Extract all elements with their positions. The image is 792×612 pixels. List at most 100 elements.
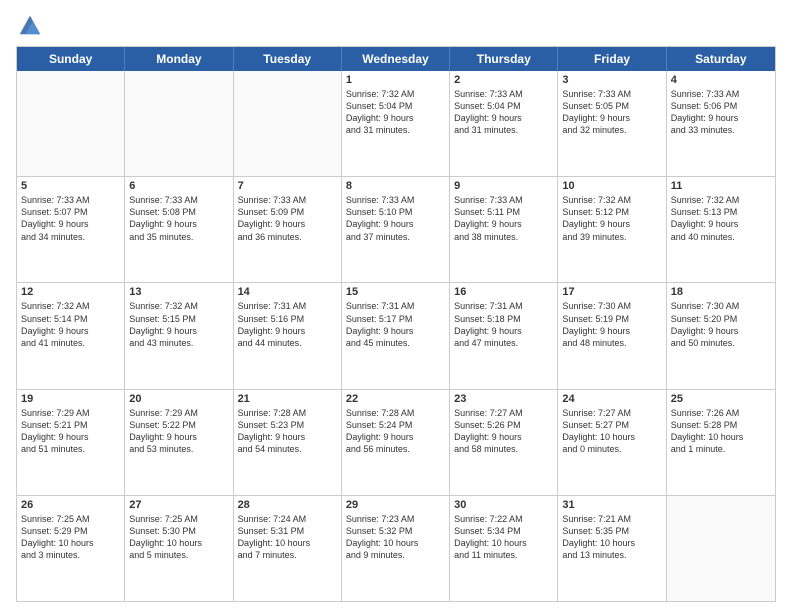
day-number: 19 (21, 393, 120, 405)
cell-info: Sunrise: 7:30 AM Sunset: 5:19 PM Dayligh… (562, 300, 661, 349)
header-day-friday: Friday (558, 47, 666, 71)
day-number: 3 (562, 74, 661, 86)
calendar-week-5: 26 Sunrise: 7:25 AM Sunset: 5:29 PM Dayli… (17, 495, 775, 601)
day-number: 27 (129, 499, 228, 511)
cell-info: Sunrise: 7:33 AM Sunset: 5:11 PM Dayligh… (454, 194, 553, 243)
day-cell-27: 27Sunrise: 7:25 AM Sunset: 5:30 PM Dayli… (125, 496, 233, 601)
calendar-week-1: 1Sunrise: 7:32 AM Sunset: 5:04 PM Daylig… (17, 71, 775, 176)
cell-info: Sunrise: 7:32 AM Sunset: 5:13 PM Dayligh… (671, 194, 771, 243)
cell-info: Sunrise: 7:31 AM Sunset: 5:17 PM Dayligh… (346, 300, 445, 349)
calendar-week-2: 5 Sunrise: 7:33 AM Sunset: 5:07 PM Daylig… (17, 176, 775, 282)
cell-info: Sunrise: 7:31 AM Sunset: 5:18 PM Dayligh… (454, 300, 553, 349)
day-number: 22 (346, 393, 445, 405)
cell-info: Sunrise: 7:32 AM Sunset: 5:14 PM Dayligh… (21, 300, 120, 349)
day-cell-16: 16 Sunrise: 7:31 AM Sunset: 5:18 PM Dayli… (450, 283, 558, 388)
day-cell-17: 17 Sunrise: 7:30 AM Sunset: 5:19 PM Dayli… (558, 283, 666, 388)
cell-info: Sunrise: 7:32 AM Sunset: 5:12 PM Dayligh… (562, 194, 661, 243)
day-number: 10 (562, 180, 661, 192)
day-number: 28 (238, 499, 337, 511)
empty-cell (17, 71, 125, 176)
day-cell-3: 3 Sunrise: 7:33 AM Sunset: 5:05 PM Daylig… (558, 71, 666, 176)
cell-info: Sunrise: 7:28 AM Sunset: 5:24 PM Dayligh… (346, 407, 445, 456)
day-cell-23: 23Sunrise: 7:27 AM Sunset: 5:26 PM Dayli… (450, 390, 558, 495)
cell-info: Sunrise: 7:24 AM Sunset: 5:31 PM Dayligh… (238, 513, 337, 562)
day-cell-29: 29 Sunrise: 7:23 AM Sunset: 5:32 PM Dayli… (342, 496, 450, 601)
day-cell-21: 21 Sunrise: 7:28 AM Sunset: 5:23 PM Dayli… (234, 390, 342, 495)
day-number: 24 (562, 393, 661, 405)
cell-info: Sunrise: 7:29 AM Sunset: 5:21 PM Dayligh… (21, 407, 120, 456)
day-cell-30: 30Sunrise: 7:22 AM Sunset: 5:34 PM Dayli… (450, 496, 558, 601)
day-number: 31 (562, 499, 661, 511)
cell-info: Sunrise: 7:33 AM Sunset: 5:10 PM Dayligh… (346, 194, 445, 243)
day-cell-1: 1Sunrise: 7:32 AM Sunset: 5:04 PM Daylig… (342, 71, 450, 176)
page: SundayMondayTuesdayWednesdayThursdayFrid… (0, 0, 792, 612)
day-number: 26 (21, 499, 120, 511)
day-number: 14 (238, 286, 337, 298)
day-cell-6: 6 Sunrise: 7:33 AM Sunset: 5:08 PM Daylig… (125, 177, 233, 282)
header-day-saturday: Saturday (667, 47, 775, 71)
cell-info: Sunrise: 7:33 AM Sunset: 5:09 PM Dayligh… (238, 194, 337, 243)
day-number: 5 (21, 180, 120, 192)
logo-icon (16, 10, 44, 38)
day-number: 6 (129, 180, 228, 192)
day-number: 18 (671, 286, 771, 298)
day-cell-12: 12 Sunrise: 7:32 AM Sunset: 5:14 PM Dayli… (17, 283, 125, 388)
day-number: 9 (454, 180, 553, 192)
cell-info: Sunrise: 7:26 AM Sunset: 5:28 PM Dayligh… (671, 407, 771, 456)
cell-info: Sunrise: 7:31 AM Sunset: 5:16 PM Dayligh… (238, 300, 337, 349)
header-day-tuesday: Tuesday (234, 47, 342, 71)
cell-info: Sunrise: 7:30 AM Sunset: 5:20 PM Dayligh… (671, 300, 771, 349)
day-cell-19: 19 Sunrise: 7:29 AM Sunset: 5:21 PM Dayli… (17, 390, 125, 495)
header-day-thursday: Thursday (450, 47, 558, 71)
day-cell-20: 20 Sunrise: 7:29 AM Sunset: 5:22 PM Dayli… (125, 390, 233, 495)
cell-info: Sunrise: 7:33 AM Sunset: 5:07 PM Dayligh… (21, 194, 120, 243)
day-cell-31: 31 Sunrise: 7:21 AM Sunset: 5:35 PM Dayli… (558, 496, 666, 601)
day-cell-26: 26 Sunrise: 7:25 AM Sunset: 5:29 PM Dayli… (17, 496, 125, 601)
day-number: 4 (671, 74, 771, 86)
day-number: 11 (671, 180, 771, 192)
day-cell-18: 18 Sunrise: 7:30 AM Sunset: 5:20 PM Dayli… (667, 283, 775, 388)
day-cell-22: 22 Sunrise: 7:28 AM Sunset: 5:24 PM Dayli… (342, 390, 450, 495)
day-number: 29 (346, 499, 445, 511)
day-number: 23 (454, 393, 553, 405)
day-cell-8: 8Sunrise: 7:33 AM Sunset: 5:10 PM Daylig… (342, 177, 450, 282)
day-number: 25 (671, 393, 771, 405)
day-number: 1 (346, 74, 445, 86)
cell-info: Sunrise: 7:21 AM Sunset: 5:35 PM Dayligh… (562, 513, 661, 562)
cell-info: Sunrise: 7:33 AM Sunset: 5:08 PM Dayligh… (129, 194, 228, 243)
day-cell-11: 11 Sunrise: 7:32 AM Sunset: 5:13 PM Dayli… (667, 177, 775, 282)
day-number: 16 (454, 286, 553, 298)
day-number: 13 (129, 286, 228, 298)
calendar-body: 1Sunrise: 7:32 AM Sunset: 5:04 PM Daylig… (17, 71, 775, 601)
cell-info: Sunrise: 7:29 AM Sunset: 5:22 PM Dayligh… (129, 407, 228, 456)
day-cell-28: 28 Sunrise: 7:24 AM Sunset: 5:31 PM Dayli… (234, 496, 342, 601)
cell-info: Sunrise: 7:25 AM Sunset: 5:29 PM Dayligh… (21, 513, 120, 562)
day-number: 12 (21, 286, 120, 298)
day-cell-9: 9 Sunrise: 7:33 AM Sunset: 5:11 PM Daylig… (450, 177, 558, 282)
day-number: 21 (238, 393, 337, 405)
cell-info: Sunrise: 7:28 AM Sunset: 5:23 PM Dayligh… (238, 407, 337, 456)
day-number: 17 (562, 286, 661, 298)
day-cell-2: 2Sunrise: 7:33 AM Sunset: 5:04 PM Daylig… (450, 71, 558, 176)
day-number: 15 (346, 286, 445, 298)
calendar-week-4: 19 Sunrise: 7:29 AM Sunset: 5:21 PM Dayli… (17, 389, 775, 495)
day-cell-25: 25 Sunrise: 7:26 AM Sunset: 5:28 PM Dayli… (667, 390, 775, 495)
calendar-header-row: SundayMondayTuesdayWednesdayThursdayFrid… (17, 47, 775, 71)
day-cell-15: 15 Sunrise: 7:31 AM Sunset: 5:17 PM Dayli… (342, 283, 450, 388)
day-number: 7 (238, 180, 337, 192)
cell-info: Sunrise: 7:33 AM Sunset: 5:05 PM Dayligh… (562, 88, 661, 137)
day-number: 20 (129, 393, 228, 405)
day-number: 2 (454, 74, 553, 86)
day-cell-14: 14 Sunrise: 7:31 AM Sunset: 5:16 PM Dayli… (234, 283, 342, 388)
cell-info: Sunrise: 7:23 AM Sunset: 5:32 PM Dayligh… (346, 513, 445, 562)
header-day-monday: Monday (125, 47, 233, 71)
day-cell-10: 10 Sunrise: 7:32 AM Sunset: 5:12 PM Dayli… (558, 177, 666, 282)
header-day-wednesday: Wednesday (342, 47, 450, 71)
cell-info: Sunrise: 7:33 AM Sunset: 5:06 PM Dayligh… (671, 88, 771, 137)
day-number: 30 (454, 499, 553, 511)
empty-cell (667, 496, 775, 601)
day-cell-24: 24Sunrise: 7:27 AM Sunset: 5:27 PM Dayli… (558, 390, 666, 495)
day-cell-13: 13Sunrise: 7:32 AM Sunset: 5:15 PM Dayli… (125, 283, 233, 388)
calendar-week-3: 12 Sunrise: 7:32 AM Sunset: 5:14 PM Dayli… (17, 282, 775, 388)
header (16, 10, 776, 38)
